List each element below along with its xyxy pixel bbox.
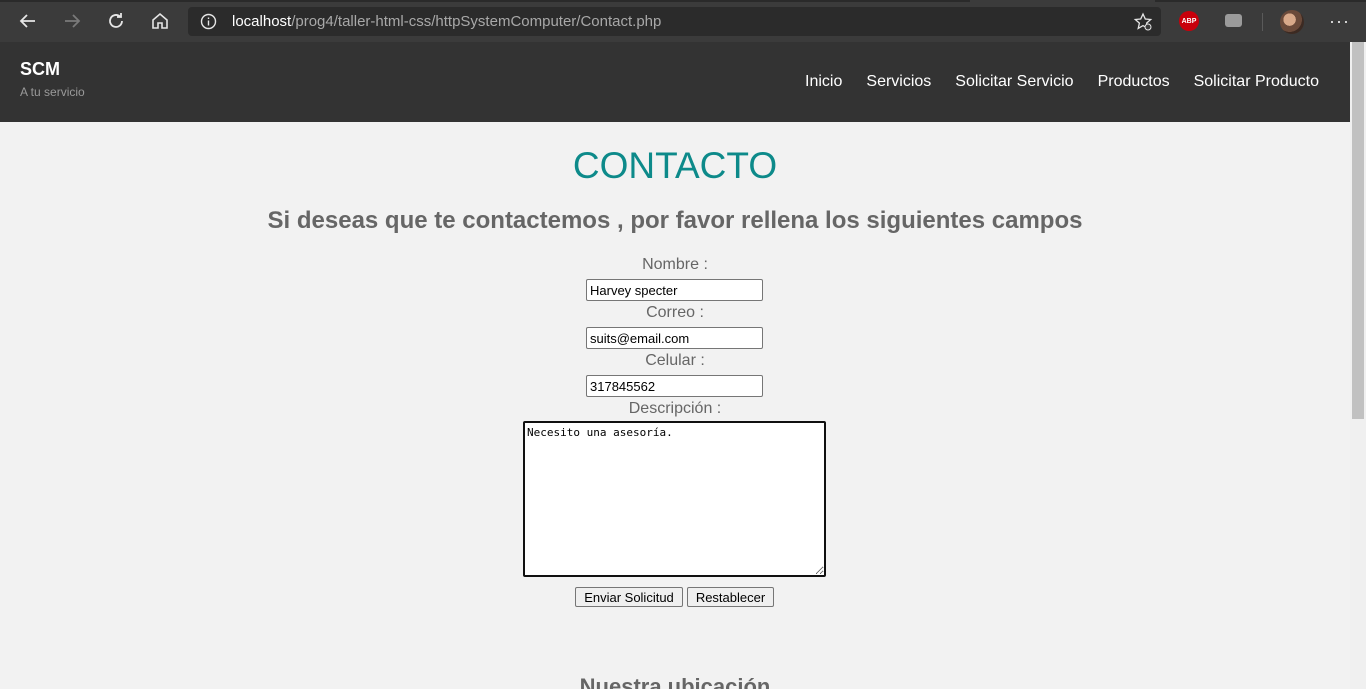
email-label: Correo : [646, 304, 704, 321]
description-textarea[interactable]: Necesito una asesoría. [523, 421, 826, 577]
nav-link-productos[interactable]: Productos [1098, 73, 1170, 91]
avatar[interactable] [1280, 10, 1304, 34]
nav-link-inicio[interactable]: Inicio [805, 73, 842, 91]
site-tagline: A tu servicio [20, 85, 85, 99]
site-header: SCM A tu servicio Inicio Servicios Solic… [0, 42, 1350, 122]
submit-button[interactable]: Enviar Solicitud [575, 587, 683, 607]
nav-link-solicitar-servicio[interactable]: Solicitar Servicio [955, 73, 1073, 91]
page-title: CONTACTO [572, 145, 778, 186]
forward-icon[interactable] [59, 8, 85, 34]
scrollbar-thumb[interactable] [1352, 42, 1364, 419]
nav-link-servicios[interactable]: Servicios [866, 73, 931, 91]
phone-field[interactable] [586, 375, 763, 397]
tab-strip [0, 0, 970, 2]
name-field[interactable] [586, 279, 763, 301]
description-label: Descripción : [628, 400, 722, 417]
name-label: Nombre : [642, 256, 708, 273]
form-instructions: Si deseas que te contactemos , por favor… [267, 207, 1083, 234]
browser-toolbar: localhost/prog4/taller-html-css/httpSyst… [0, 0, 1366, 42]
more-icon[interactable]: ··· [1329, 11, 1350, 32]
url-text[interactable]: localhost/prog4/taller-html-css/httpSyst… [232, 13, 661, 30]
tab-strip [1155, 0, 1366, 2]
nav-link-solicitar-producto[interactable]: Solicitar Producto [1194, 73, 1319, 91]
adblock-icon[interactable]: ABP [1179, 11, 1199, 31]
back-icon[interactable] [15, 8, 41, 34]
url-path: /prog4/taller-html-css/httpSystemCompute… [291, 13, 662, 30]
main-nav: Inicio Servicios Solicitar Servicio Prod… [805, 73, 1319, 91]
home-icon[interactable] [147, 8, 173, 34]
phone-label: Celular : [645, 352, 705, 369]
info-icon[interactable] [200, 13, 217, 30]
url-host: localhost [232, 13, 292, 30]
site-brand[interactable]: SCM [20, 59, 60, 80]
reset-button[interactable]: Restablecer [687, 587, 774, 607]
email-field[interactable] [586, 327, 763, 349]
reload-icon[interactable] [103, 8, 129, 34]
main-content: CONTACTO Si deseas que te contactemos , … [0, 122, 1350, 689]
extension-icon[interactable] [1225, 14, 1242, 27]
location-heading: Nuestra ubicación [579, 674, 771, 689]
favorite-star-icon[interactable] [1133, 12, 1153, 32]
address-bar[interactable]: localhost/prog4/taller-html-css/httpSyst… [188, 7, 1161, 36]
toolbar-divider [1262, 13, 1263, 31]
